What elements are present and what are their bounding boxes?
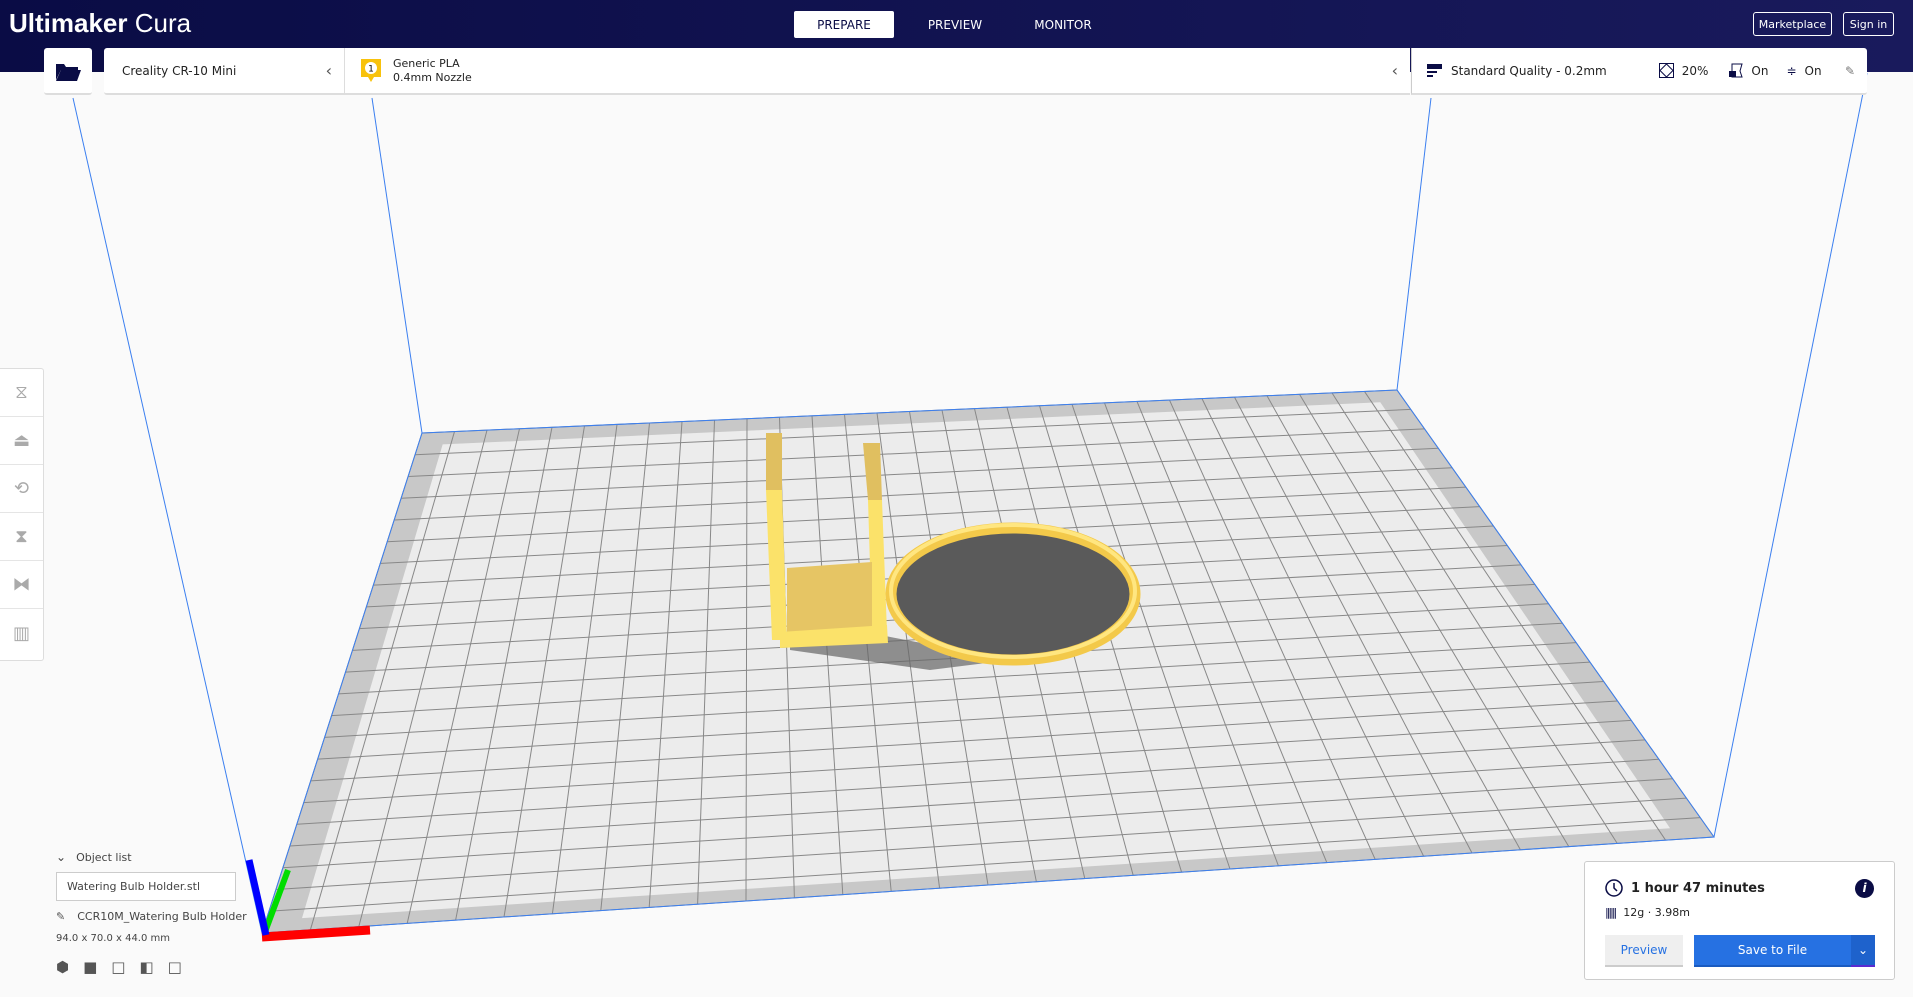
translate-tool-button[interactable]: ⧖ xyxy=(0,369,43,417)
front-view-icon[interactable]: ■ xyxy=(83,958,97,976)
object-list-panel: ⌄ Object list Watering Bulb Holder.stl ✎ C… xyxy=(56,850,247,976)
extruder-badge-icon: 1 xyxy=(361,58,381,82)
adhesion-value: On xyxy=(1804,63,1822,78)
filament-icon: |||||| xyxy=(1605,906,1617,919)
print-settings-selector[interactable]: Standard Quality - 0.2mm 20% On ≑ On ✎ xyxy=(1411,48,1867,95)
info-icon[interactable]: i xyxy=(1855,879,1874,898)
build-volume-edge xyxy=(1713,72,1868,838)
quality-profile: Standard Quality - 0.2mm xyxy=(1451,63,1607,78)
top-view-icon[interactable]: □ xyxy=(111,958,125,976)
sign-in-button[interactable]: Sign in xyxy=(1843,12,1894,36)
3d-view-icon[interactable]: ⬢ xyxy=(56,958,69,976)
bracket-post-top xyxy=(766,433,782,490)
support-blocker-button[interactable]: ▥ xyxy=(0,609,43,657)
bracket-base xyxy=(787,562,872,632)
chevron-left-icon: ‹ xyxy=(325,61,332,80)
z-axis xyxy=(245,859,270,936)
object-list-toggle[interactable]: ⌄ Object list xyxy=(56,850,247,864)
3d-viewport[interactable] xyxy=(0,72,1913,997)
printer-selector[interactable]: Creality CR-10 Mini ‹ xyxy=(104,48,344,95)
per-model-settings-icon: ⧓ xyxy=(12,574,31,595)
stage-tab-prepare[interactable]: PREPARE xyxy=(794,11,894,38)
nozzle-size: 0.4mm Nozzle xyxy=(393,70,472,84)
ultimaker-cura-logo: Ultimaker Cura xyxy=(9,8,192,38)
right-view-icon[interactable]: □ xyxy=(168,958,182,976)
material-usage: 12g · 3.98m xyxy=(1623,906,1690,919)
clock-icon xyxy=(1605,879,1623,897)
printer-name: Creality CR-10 Mini xyxy=(122,63,237,78)
svg-text:1: 1 xyxy=(368,64,374,74)
stage-tab-preview[interactable]: PREVIEW xyxy=(905,11,1005,38)
job-summary-card: 1 hour 47 minutes i |||||| 12g · 3.98m P… xyxy=(1584,861,1895,980)
preview-button[interactable]: Preview xyxy=(1605,935,1683,967)
rotate-icon: ⟲ xyxy=(13,478,30,499)
open-file-button[interactable] xyxy=(44,48,92,95)
left-view-icon[interactable]: ◧ xyxy=(139,958,153,976)
build-volume-edge xyxy=(1396,97,1432,391)
translate-icon: ⧖ xyxy=(15,382,28,403)
quality-icon xyxy=(1427,63,1442,77)
save-options-dropdown[interactable]: ⌄ xyxy=(1851,935,1875,967)
tool-toolbar: ⧖ ⏏ ⟲ ⧗ ⧓ ▥ xyxy=(0,368,44,661)
infill-value: 20% xyxy=(1681,63,1709,78)
support-blocker-icon: ▥ xyxy=(12,622,30,644)
print-time: 1 hour 47 minutes xyxy=(1631,880,1765,896)
job-name[interactable]: CCR10M_Watering Bulb Holder xyxy=(77,910,246,923)
pencil-icon: ✎ xyxy=(1844,63,1855,78)
material-name: Generic PLA xyxy=(393,56,460,70)
marketplace-button[interactable]: Marketplace xyxy=(1753,12,1832,36)
chevron-down-icon: ⌄ xyxy=(1857,943,1869,957)
build-volume-edge xyxy=(72,97,263,934)
scale-tool-button[interactable]: ⏏ xyxy=(0,417,43,465)
mirror-icon: ⧗ xyxy=(15,526,28,547)
infill-icon xyxy=(1658,63,1674,78)
per-model-settings-button[interactable]: ⧓ xyxy=(0,561,43,609)
chevron-left-icon: ‹ xyxy=(1391,61,1398,80)
support-value: On xyxy=(1751,63,1769,78)
build-volume-edge xyxy=(371,97,423,434)
folder-icon xyxy=(56,63,81,81)
object-list-item[interactable]: Watering Bulb Holder.stl xyxy=(56,872,236,901)
pencil-icon[interactable]: ✎ xyxy=(56,910,65,923)
save-to-file-button[interactable]: Save to File xyxy=(1694,935,1851,967)
adhesion-icon: ≑ xyxy=(1786,63,1797,78)
material-selector[interactable]: 1 Generic PLA 0.4mm Nozzle ‹ xyxy=(344,48,1410,95)
scale-icon: ⏏ xyxy=(12,430,30,451)
support-icon xyxy=(1729,63,1744,78)
chevron-down-icon: ⌄ xyxy=(56,850,67,864)
rotate-tool-button[interactable]: ⟲ xyxy=(0,465,43,513)
model-dimensions: 94.0 x 70.0 x 44.0 mm xyxy=(56,933,171,944)
stage-tab-monitor[interactable]: MONITOR xyxy=(1013,11,1113,38)
mirror-tool-button[interactable]: ⧗ xyxy=(0,513,43,561)
